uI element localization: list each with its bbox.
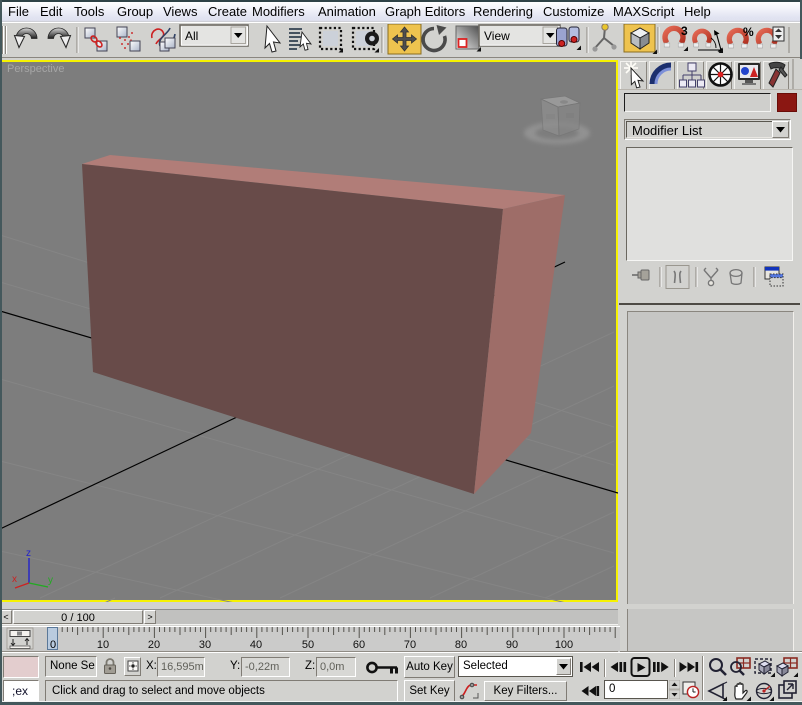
svg-text:%: % [743, 25, 754, 39]
svg-text:y: y [48, 575, 53, 586]
svg-text:View: View [484, 29, 510, 43]
svg-text:z: z [26, 548, 31, 559]
svg-text:x: x [12, 574, 17, 585]
svg-text:All: All [185, 29, 198, 43]
svg-text:3: 3 [681, 24, 688, 38]
